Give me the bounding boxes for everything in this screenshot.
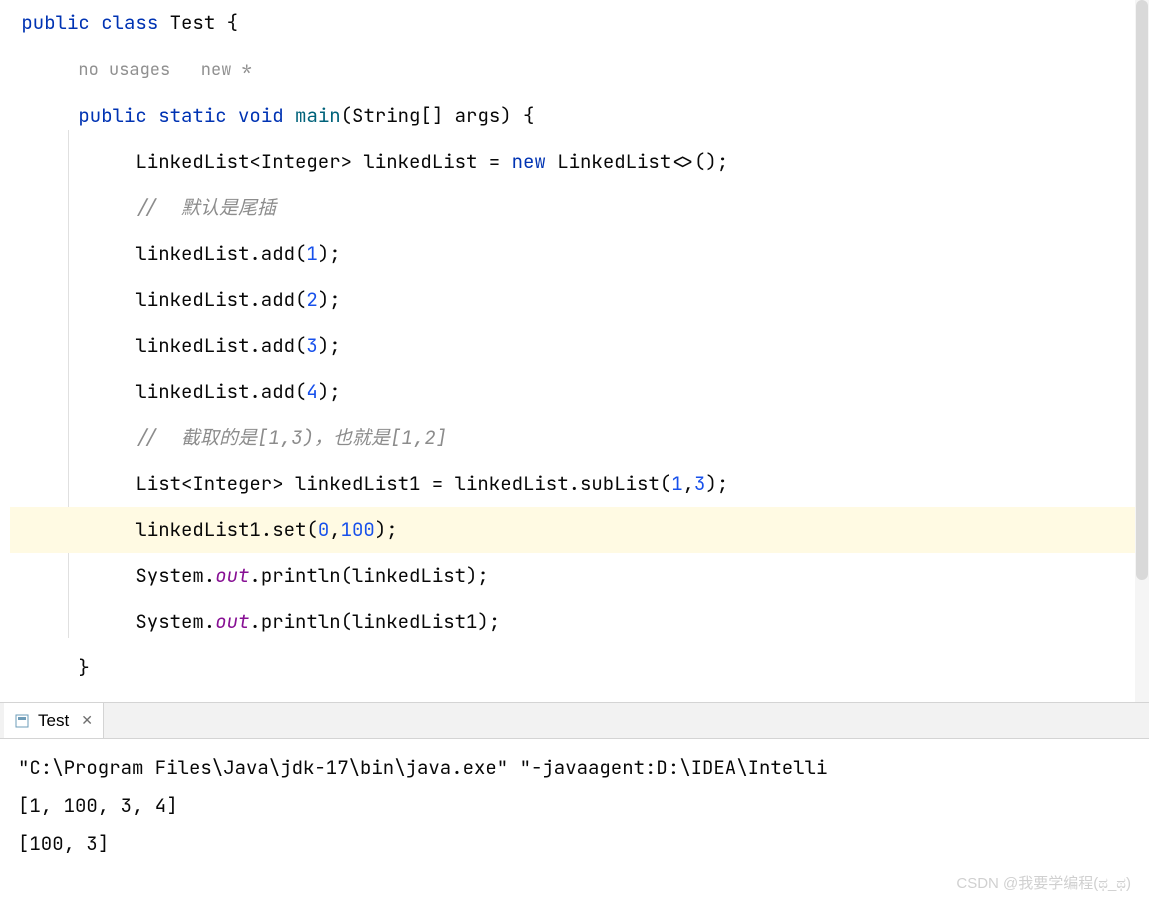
token: static <box>158 103 238 128</box>
token: ); <box>318 287 341 312</box>
token: System. <box>135 609 215 634</box>
token: Test <box>170 10 227 35</box>
token: { <box>227 10 238 35</box>
code-line[interactable]: } <box>10 691 1149 702</box>
token: class <box>101 10 169 35</box>
code-line[interactable]: public class Test { <box>10 0 1149 46</box>
code-container: public class Test { no usages new * publ… <box>10 0 1149 702</box>
code-line[interactable]: List<Integer> linkedList1 = linkedList.s… <box>10 461 1149 507</box>
code-line[interactable]: no usages new * <box>10 46 1149 93</box>
code-line[interactable]: LinkedList<Integer> linkedList = new Lin… <box>10 139 1149 185</box>
token: linkedList.add( <box>135 333 306 358</box>
token: .println(linkedList1); <box>249 609 500 634</box>
token: , <box>329 517 340 542</box>
console-line: [1, 100, 3, 4] <box>18 787 1131 825</box>
token: List<Integer> linkedList1 = linkedList.s… <box>135 471 671 496</box>
token: // 默认是尾插 <box>135 195 276 220</box>
code-line[interactable]: } <box>10 645 1149 691</box>
token: new <box>512 149 558 174</box>
token: 0 <box>318 517 329 542</box>
code-editor[interactable]: public class Test { no usages new * publ… <box>0 0 1149 702</box>
token: // 截取的是[1,3)，也就是[1,2] <box>135 425 447 450</box>
code-line[interactable]: linkedList.add(2); <box>10 277 1149 323</box>
token: public <box>21 10 101 35</box>
token: out <box>215 563 249 588</box>
token: ); <box>318 333 341 358</box>
token: no usages new * <box>78 59 251 81</box>
token: , <box>683 471 694 496</box>
token: (String[] args) { <box>341 103 535 128</box>
scrollbar-thumb[interactable] <box>1136 0 1148 580</box>
token: public <box>78 103 158 128</box>
console-output[interactable]: "C:\Program Files\Java\jdk-17\bin\java.e… <box>0 739 1149 873</box>
token: ); <box>318 379 341 404</box>
token: 3 <box>694 471 705 496</box>
token: LinkedList<Integer> linkedList = <box>135 149 511 174</box>
console-tab-bar: Test ✕ <box>0 702 1149 739</box>
token: 3 <box>306 333 317 358</box>
token: 2 <box>306 287 317 312</box>
token: .println(linkedList); <box>249 563 488 588</box>
token: ); <box>318 241 341 266</box>
token: ); <box>705 471 728 496</box>
code-line[interactable]: linkedList.add(4); <box>10 369 1149 415</box>
code-line[interactable]: linkedList.add(1); <box>10 231 1149 277</box>
token: 100 <box>341 517 375 542</box>
code-line[interactable]: public static void main(String[] args) { <box>10 93 1149 139</box>
token: main <box>295 103 341 128</box>
console-tab-test[interactable]: Test ✕ <box>4 703 104 738</box>
run-config-icon <box>14 713 30 729</box>
code-line[interactable]: // 截取的是[1,3)，也就是[1,2] <box>10 415 1149 461</box>
token: } <box>21 701 32 702</box>
token: System. <box>135 563 215 588</box>
token: linkedList.add( <box>135 241 306 266</box>
console-tab-label: Test <box>38 711 69 731</box>
token: linkedList.add( <box>135 379 306 404</box>
code-line[interactable]: System.out.println(linkedList1); <box>10 599 1149 645</box>
token: LinkedList<>(); <box>557 149 728 174</box>
token: void <box>238 103 295 128</box>
token: linkedList1.set( <box>135 517 317 542</box>
token: linkedList.add( <box>135 287 306 312</box>
token: out <box>215 609 249 634</box>
token: ); <box>375 517 398 542</box>
code-line[interactable]: linkedList.add(3); <box>10 323 1149 369</box>
token: 1 <box>306 241 317 266</box>
watermark: CSDN @我要学编程(ಥ_ಥ) <box>956 872 1131 893</box>
token: 1 <box>671 471 682 496</box>
console-line: "C:\Program Files\Java\jdk-17\bin\java.e… <box>18 749 1131 787</box>
token: 4 <box>306 379 317 404</box>
token: } <box>78 655 89 680</box>
code-line[interactable]: System.out.println(linkedList); <box>10 553 1149 599</box>
console-line: [100, 3] <box>18 825 1131 863</box>
code-line[interactable]: linkedList1.set(0,100); <box>10 507 1149 553</box>
code-line[interactable]: // 默认是尾插 <box>10 185 1149 231</box>
close-icon[interactable]: ✕ <box>81 712 93 729</box>
scrollbar-track[interactable] <box>1135 0 1149 702</box>
